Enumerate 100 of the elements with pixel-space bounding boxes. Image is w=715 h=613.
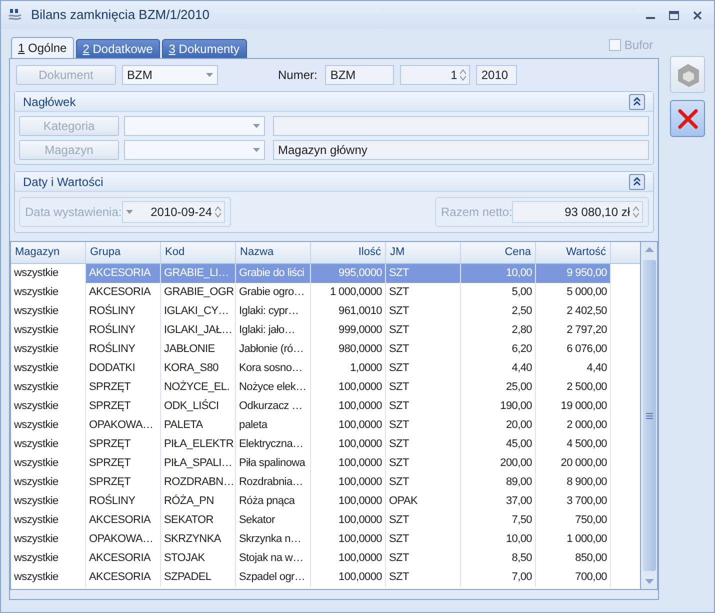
table-cell: SZT (386, 568, 461, 587)
tab[interactable]: 2 Dodatkowe (76, 39, 160, 58)
table-cell: OPAK (386, 492, 461, 511)
table-cell: 89,00 (461, 473, 536, 492)
table-cell: 961,0010 (311, 302, 386, 321)
number-prefix-field[interactable]: BZM (325, 65, 394, 85)
table-cell: 8,50 (461, 549, 536, 568)
dropdown-field[interactable] (124, 116, 265, 136)
table-cell: wszystkie (11, 397, 86, 416)
table-cell: 20 000,00 (536, 454, 611, 473)
table-cell: 2 797,20 (536, 321, 611, 340)
table-row[interactable]: wszystkie ROŚLINY RÓŻA_PN Róża pnąca 100,0000 OPAK 37,00 3 700,00 (11, 492, 640, 511)
column-header[interactable]: Kod (161, 242, 236, 263)
table-row[interactable]: wszystkie SPRZĘT PIŁA_ELEKTR Elektryczna… 100,0000 SZT 45,00 4 500,00 (11, 435, 640, 454)
caret-icon (206, 73, 213, 77)
scrollbar[interactable] (640, 242, 657, 589)
date-field[interactable]: 2010-09-24 (122, 201, 225, 223)
table-cell: 8 900,00 (536, 473, 611, 492)
text-field[interactable]: Magazyn główny (273, 140, 649, 160)
column-header[interactable]: Nazwa (236, 242, 311, 263)
column-header[interactable]: Wartość (536, 242, 611, 263)
table-cell: 6 076,00 (536, 340, 611, 359)
table-cell: wszystkie (11, 492, 86, 511)
table-cell: SPRZĘT (86, 454, 161, 473)
tab[interactable]: 1 Ogólne (11, 37, 74, 58)
table-cell: 2,80 (461, 321, 536, 340)
table-cell: 7,50 (461, 511, 536, 530)
table-cell: DODATKI (86, 359, 161, 378)
table-cell: SZT (386, 454, 461, 473)
text-field[interactable] (273, 116, 649, 136)
table-cell: 1 000,00 (536, 530, 611, 549)
column-header[interactable]: Magazyn (11, 242, 86, 263)
bufor-checkbox[interactable] (609, 39, 622, 51)
table-cell: 10,00 (461, 530, 536, 549)
tab[interactable]: 3 Dokumenty (162, 39, 246, 58)
table-cell: AKCESORIA (86, 264, 161, 283)
table-cell: wszystkie (11, 549, 86, 568)
table-cell: 2,50 (461, 302, 536, 321)
table-row[interactable]: wszystkie SPRZĘT PIŁA_SPALI… Piła spalinowa 100,0000 SZT 200,00 20 000,00 (11, 454, 640, 473)
column-header[interactable]: Grupa (86, 242, 161, 263)
table-row[interactable]: wszystkie AKCESORIA STOJAK Stojak na w… 100,0000 SZT 8,50 850,00 (11, 549, 640, 568)
table-row[interactable]: wszystkie AKCESORIA SEKATOR Sekator 100,0000 SZT 7,50 750,00 (11, 511, 640, 530)
table-cell: paleta (236, 416, 311, 435)
table-cell: 100,0000 (311, 454, 386, 473)
table-cell: SZT (386, 321, 461, 340)
table-cell: KORA_S80 (161, 359, 236, 378)
table-row[interactable]: wszystkie AKCESORIA GRABIE_LI… Grabie do liści 995,0000 SZT 10,00 9 950,00 (11, 264, 640, 283)
table-cell: SZPADEL (161, 568, 236, 587)
table-row[interactable]: wszystkie AKCESORIA SZPADEL Szpadel ogr… 100,0000 SZT 7,00 700,00 (11, 568, 640, 587)
table-cell: SZT (386, 302, 461, 321)
table-cell: SZT (386, 359, 461, 378)
table-row[interactable]: wszystkie SPRZĘT ODK_LIŚCI Odkurzacz … 100,0000 SZT 190,00 19 000,00 (11, 397, 640, 416)
table-cell: SPRZĘT (86, 397, 161, 416)
table-cell: Grabie do liści (236, 264, 311, 283)
table-cell: Elektryczna… (236, 435, 311, 454)
column-header[interactable]: Ilość (311, 242, 386, 263)
table-cell: ROŚLINY (86, 492, 161, 511)
table-row[interactable]: wszystkie AKCESORIA GRABIE_OGR Grabie ogro… 1 000,0000 SZT 5,00 5 000,00 (11, 283, 640, 302)
cancel-button[interactable] (670, 100, 705, 137)
table-cell: wszystkie (11, 435, 86, 454)
table-cell: 200,00 (461, 454, 536, 473)
table-row[interactable]: wszystkie ROŚLINY IGLAKI_JAŁ… Iglaki: jało… 999,0000 SZT 2,80 2 797,20 (11, 321, 640, 340)
table-row[interactable]: wszystkie ROŚLINY IGLAKI_CY… Iglaki: cypr… 961,0010 SZT 2,50 2 402,50 (11, 302, 640, 321)
table-cell: AKCESORIA (86, 549, 161, 568)
scroll-thumb[interactable] (642, 260, 656, 571)
table-cell: wszystkie (11, 302, 86, 321)
table-cell: SPRZĘT (86, 378, 161, 397)
total-field[interactable]: 93 080,10 zł (512, 201, 643, 223)
year-field[interactable]: 2010 (476, 65, 518, 85)
table-cell: wszystkie (11, 359, 86, 378)
column-header[interactable]: JM (386, 242, 461, 263)
spin-arrows-icon (215, 206, 221, 218)
table-row[interactable]: wszystkie OPAKOWA… PALETA paleta 100,0000 SZT 20,00 2 000,00 (11, 416, 640, 435)
table-cell: wszystkie (11, 416, 86, 435)
dropdown-field[interactable] (124, 140, 265, 160)
table-cell: 37,00 (461, 492, 536, 511)
table-cell: SKRZYNKA (161, 530, 236, 549)
column-header[interactable]: Cena (461, 242, 536, 263)
table-cell: 6,20 (461, 340, 536, 359)
dropdown-field[interactable]: BZM (122, 65, 218, 85)
caret-icon (253, 148, 260, 152)
table-cell: 100,0000 (311, 549, 386, 568)
table-cell: IGLAKI_JAŁ… (161, 321, 236, 340)
table-cell: Piła spalinowa (236, 454, 311, 473)
table-row[interactable]: wszystkie OPAKOWA… SKRZYNKA Skrzynka n… 100,0000 SZT 10,00 1 000,00 (11, 530, 640, 549)
table-row[interactable]: wszystkie DODATKI KORA_S80 Kora sosno… 1,0000 SZT 4,40 4,40 (11, 359, 640, 378)
table-row[interactable]: wszystkie ROŚLINY JABŁONIE Jabłonie (ró… 980,0000 SZT 6,20 6 076,00 (11, 340, 640, 359)
table-cell: PIŁA_ELEKTR (161, 435, 236, 454)
table-cell: SZT (386, 416, 461, 435)
number-spin-field[interactable]: 1 (400, 65, 470, 85)
maximize-icon[interactable] (669, 10, 679, 20)
save-button[interactable] (670, 56, 705, 93)
table-row[interactable]: wszystkie SPRZĘT ROZDRABN… Rozdrabnia… 100,0000 SZT 89,00 8 900,00 (11, 473, 640, 492)
caret-icon (253, 124, 260, 128)
table-cell: wszystkie (11, 378, 86, 397)
collapse-button[interactable] (629, 94, 645, 110)
close-icon[interactable] (693, 10, 702, 20)
table-row[interactable]: wszystkie SPRZĘT NOŻYCE_EL. Nożyce elek… 100,0000 SZT 25,00 2 500,00 (11, 378, 640, 397)
table-cell: STOJAK (161, 549, 236, 568)
collapse-button[interactable] (629, 174, 645, 190)
